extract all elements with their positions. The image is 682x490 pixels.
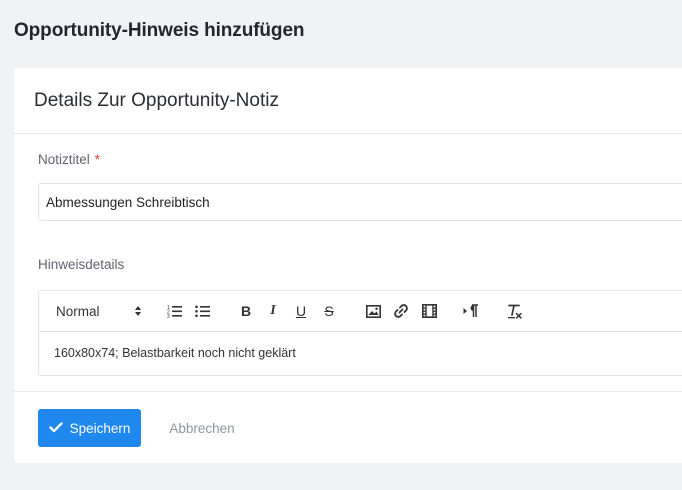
- format-select[interactable]: Normal: [56, 302, 142, 320]
- cancel-button[interactable]: Abbrechen: [162, 409, 242, 447]
- link-icon[interactable]: [392, 302, 410, 320]
- editor-content-area[interactable]: 160x80x74; Belastbarkeit noch nicht gekl…: [39, 332, 682, 360]
- note-title-label-text: Notiztitel: [38, 152, 90, 167]
- ordered-list-icon[interactable]: 123: [166, 302, 184, 320]
- bullet-list-icon[interactable]: [194, 302, 212, 320]
- underline-button[interactable]: U: [293, 302, 309, 320]
- italic-button[interactable]: I: [266, 302, 280, 320]
- save-button[interactable]: Speichern: [38, 409, 141, 447]
- required-marker: *: [94, 152, 101, 167]
- format-select-value: Normal: [56, 303, 100, 319]
- text-direction-icon[interactable]: [462, 302, 480, 320]
- form-footer-divider: [14, 391, 682, 392]
- bold-button[interactable]: B: [238, 302, 254, 320]
- strike-button[interactable]: S: [321, 302, 337, 320]
- page-title: Opportunity-Hinweis hinzufügen: [14, 20, 305, 41]
- rich-text-editor: Normal 123 B I U S 160x80x74; Belastbark…: [38, 290, 682, 376]
- svg-text:3: 3: [167, 314, 170, 318]
- image-icon[interactable]: [364, 302, 382, 320]
- card-header: Details Zur Opportunity-Notiz: [14, 68, 682, 134]
- select-arrows-icon: [134, 305, 142, 317]
- check-icon: [48, 421, 63, 436]
- card-title: Details Zur Opportunity-Notiz: [34, 90, 279, 111]
- save-button-label: Speichern: [69, 420, 131, 436]
- editor-toolbar: Normal 123 B I U S: [39, 291, 682, 332]
- note-title-label: Notiztitel *: [38, 152, 100, 167]
- clear-format-icon[interactable]: [506, 302, 524, 320]
- note-form-card: Details Zur Opportunity-Notiz Notiztitel…: [14, 68, 682, 463]
- note-title-input[interactable]: [38, 183, 682, 221]
- note-details-label: Hinweisdetails: [38, 257, 125, 272]
- video-icon[interactable]: [420, 302, 438, 320]
